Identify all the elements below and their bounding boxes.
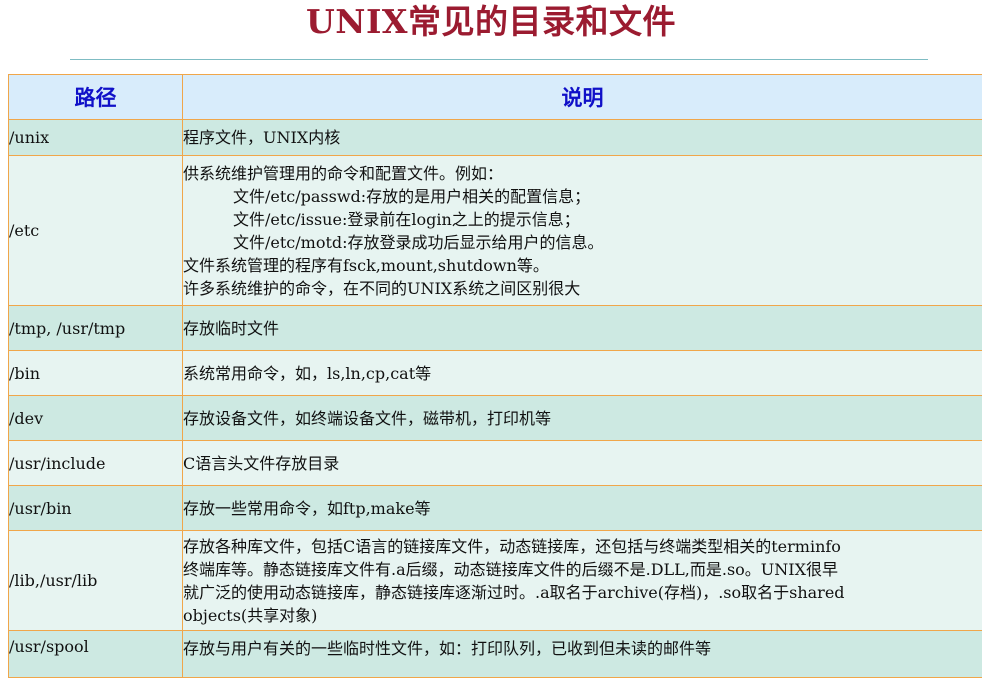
- description-line: 程序文件，UNIX内核: [183, 128, 341, 147]
- description-line: 文件/etc/issue:登录前在login之上的提示信息；: [233, 209, 580, 229]
- description-line: 存放一些常用命令，如ftp,make等: [183, 498, 431, 518]
- path-cell: /usr/bin: [8, 485, 183, 531]
- table-row: /dev 存放设备文件，如终端设备文件，磁带机，打印机等: [8, 395, 982, 441]
- path-cell: /etc: [8, 155, 183, 306]
- description-line: 系统常用命令，如，ls,ln,cp,cat等: [183, 363, 432, 383]
- description-line: 存放设备文件，如终端设备文件，磁带机，打印机等: [183, 408, 552, 428]
- description-line: 文件/etc/motd:存放登录成功后显示给用户的信息。: [233, 232, 604, 252]
- path-cell: /tmp, /usr/tmp: [8, 305, 183, 351]
- description-line: 文件系统管理的程序有fsck,mount,shutdown等。: [183, 255, 549, 275]
- page-title: UNIX常见的目录和文件: [306, 2, 676, 41]
- description-cell: 存放与用户有关的一些临时性文件，如：打印队列，已收到但未读的邮件等: [182, 630, 982, 678]
- description-line: 文件/etc/passwd:存放的是用户相关的配置信息；: [233, 186, 591, 206]
- description-line: 许多系统维护的命令，在不同的UNIX系统之间区别很大: [183, 278, 581, 298]
- table-row: /usr/bin 存放一些常用命令，如ftp,make等: [8, 485, 982, 531]
- path-cell: /bin: [8, 350, 183, 396]
- table-row: /tmp, /usr/tmp 存放临时文件: [8, 305, 982, 351]
- description-line: 供系统维护管理用的命令和配置文件。例如：: [183, 163, 504, 183]
- description-cell: 存放设备文件，如终端设备文件，磁带机，打印机等: [182, 395, 982, 441]
- path-cell: /usr/include: [8, 440, 183, 486]
- table-row: /unix 程序文件，UNIX内核: [8, 119, 982, 156]
- table-row: /usr/include C语言头文件存放目录: [8, 440, 982, 486]
- description-line: 存放各种库文件，包括C语言的链接库文件，动态链接库，还包括与终端类型相关的ter…: [183, 536, 841, 556]
- description-cell: 系统常用命令，如，ls,ln,cp,cat等: [182, 350, 982, 396]
- description-cell: 供系统维护管理用的命令和配置文件。例如： 文件/etc/passwd:存放的是用…: [182, 155, 982, 306]
- description-line: 存放临时文件: [183, 318, 280, 338]
- description-line: C语言头文件存放目录: [183, 453, 340, 473]
- path-cell: /dev: [8, 395, 183, 441]
- description-cell: 程序文件，UNIX内核: [182, 119, 982, 156]
- description-cell: C语言头文件存放目录: [182, 440, 982, 486]
- description-cell: 存放一些常用命令，如ftp,make等: [182, 485, 982, 531]
- description-cell: 存放各种库文件，包括C语言的链接库文件，动态链接库，还包括与终端类型相关的ter…: [182, 530, 982, 631]
- description-line: 就广泛的使用动态链接库，静态链接库逐渐过时。.a取名于archive(存档)，.…: [183, 582, 845, 602]
- path-cell: /usr/spool: [8, 630, 183, 678]
- description-line: 终端库等。静态链接库文件有.a后缀，动态链接库文件的后缀不是.DLL,而是.so…: [183, 559, 839, 579]
- description-line: objects(共享对象): [183, 605, 318, 625]
- description-line: 存放与用户有关的一些临时性文件，如：打印队列，已收到但未读的邮件等: [183, 639, 712, 658]
- path-cell: /lib,/usr/lib: [8, 530, 183, 631]
- path-cell: /unix: [8, 119, 183, 156]
- table-header-row: 路径 说明: [8, 74, 982, 120]
- description-cell: 存放临时文件: [182, 305, 982, 351]
- table-row: /usr/spool 存放与用户有关的一些临时性文件，如：打印队列，已收到但未读…: [8, 630, 982, 678]
- directory-table: 路径 说明 /unix 程序文件，UNIX内核 /etc 供系统维护管理用的命令…: [8, 74, 982, 678]
- table-row: /lib,/usr/lib 存放各种库文件，包括C语言的链接库文件，动态链接库，…: [8, 530, 982, 631]
- column-header-path: 路径: [8, 74, 183, 120]
- title-divider: [70, 59, 928, 60]
- table-row: /bin 系统常用命令，如，ls,ln,cp,cat等: [8, 350, 982, 396]
- column-header-description: 说明: [182, 74, 982, 120]
- table-row: /etc 供系统维护管理用的命令和配置文件。例如： 文件/etc/passwd:…: [8, 155, 982, 306]
